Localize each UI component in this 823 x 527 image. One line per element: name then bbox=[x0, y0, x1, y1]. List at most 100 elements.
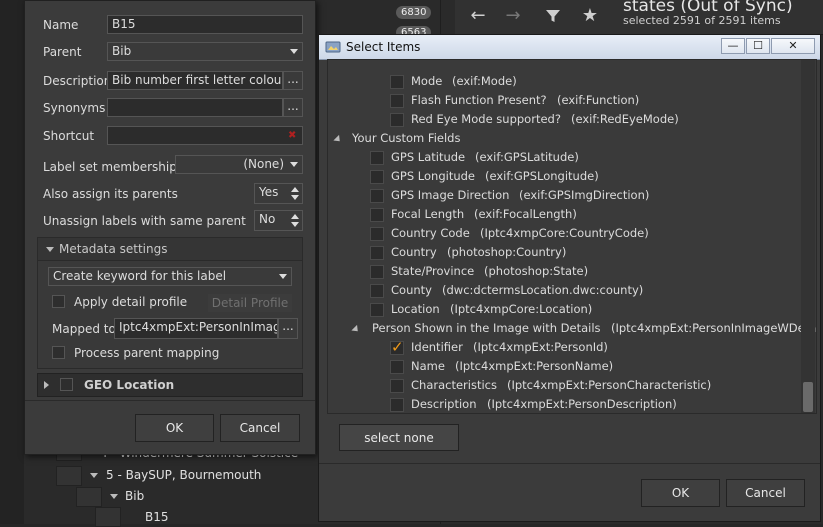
item-checkbox[interactable] bbox=[370, 284, 384, 298]
star-icon[interactable]: ★ bbox=[577, 4, 603, 28]
collapse-icon[interactable] bbox=[333, 134, 343, 145]
expand-icon[interactable] bbox=[110, 494, 118, 499]
scrollbar[interactable] bbox=[801, 60, 815, 413]
forward-arrow-icon[interactable]: → bbox=[500, 4, 526, 28]
spin-down-icon[interactable] bbox=[291, 195, 299, 200]
collapse-icon[interactable] bbox=[351, 324, 361, 335]
tree-item[interactable]: Bib bbox=[125, 489, 144, 503]
list-item[interactable]: Location (Iptc4xmpCore:Location) bbox=[328, 301, 798, 320]
item-checkbox[interactable] bbox=[370, 227, 384, 241]
item-checkbox[interactable] bbox=[370, 170, 384, 184]
list-item[interactable]: Focal Length (exif:FocalLength) bbox=[328, 206, 798, 225]
tree-item[interactable]: B15 bbox=[145, 510, 169, 524]
item-checkbox[interactable] bbox=[370, 303, 384, 317]
filter-icon[interactable] bbox=[540, 4, 566, 28]
spin-down-icon[interactable] bbox=[291, 222, 299, 227]
cancel-button[interactable]: Cancel bbox=[726, 479, 805, 507]
item-checkbox[interactable] bbox=[390, 75, 404, 89]
minimize-button[interactable]: — bbox=[721, 38, 745, 54]
list-item[interactable]: Red Eye Mode supported? (exif:RedEyeMode) bbox=[328, 111, 798, 130]
list-item[interactable]: State/Province (photoshop:State) bbox=[328, 263, 798, 282]
item-checkbox[interactable] bbox=[390, 338, 404, 356]
name-field[interactable]: B15 bbox=[107, 15, 303, 34]
close-button[interactable]: ✕ bbox=[771, 38, 815, 54]
keyword-option-select[interactable]: Create keyword for this label bbox=[48, 267, 292, 286]
expand-icon[interactable] bbox=[90, 473, 98, 478]
description-browse-button[interactable]: ... bbox=[283, 71, 303, 90]
select-none-button[interactable]: select none bbox=[339, 424, 459, 451]
list-item[interactable]: Name (Iptc4xmpExt:PersonName) bbox=[328, 358, 798, 377]
synonyms-field[interactable] bbox=[107, 98, 283, 117]
synonyms-browse-button[interactable]: ... bbox=[283, 98, 303, 117]
detail-profile-button[interactable]: Detail Profile bbox=[208, 294, 292, 312]
clear-shortcut-icon[interactable]: ✖ bbox=[288, 130, 296, 141]
ok-button[interactable]: OK bbox=[135, 414, 214, 442]
list-item[interactable]: GPS Latitude (exif:GPSLatitude) bbox=[328, 149, 798, 168]
shortcut-field[interactable] bbox=[107, 126, 303, 145]
item-checkbox[interactable] bbox=[390, 94, 404, 108]
item-checkbox[interactable] bbox=[390, 379, 404, 393]
item-checkbox[interactable] bbox=[370, 151, 384, 165]
maximize-button[interactable]: ☐ bbox=[746, 38, 770, 54]
ok-button[interactable]: OK bbox=[641, 479, 720, 507]
status-subtitle: selected 2591 of 2591 items bbox=[623, 14, 781, 27]
list-item[interactable]: Country Code (Iptc4xmpCore:CountryCode) bbox=[328, 225, 798, 244]
parent-label: Parent bbox=[43, 45, 82, 59]
item-label: Location bbox=[391, 302, 440, 316]
list-item[interactable]: Flash Function Present? (exif:Function) bbox=[328, 92, 798, 111]
tree-item[interactable]: 5 - BaySUP, Bournemouth bbox=[106, 468, 261, 482]
list-item[interactable]: Identifier (Iptc4xmpExt:PersonId) bbox=[328, 338, 798, 358]
item-checkbox[interactable] bbox=[370, 208, 384, 222]
items-tree: Mode (exif:Mode) Flash Function Present? (e… bbox=[327, 59, 817, 414]
metadata-settings-header[interactable]: Metadata settings bbox=[38, 238, 302, 261]
spin-up-icon[interactable] bbox=[291, 214, 299, 219]
item-tag: (Iptc4xmpExt:PersonDescription) bbox=[487, 397, 677, 411]
expand-icon bbox=[44, 381, 49, 389]
process-parent-checkbox[interactable] bbox=[52, 346, 65, 359]
item-checkbox[interactable] bbox=[370, 265, 384, 279]
label-set-value: (None) bbox=[243, 157, 284, 171]
list-item[interactable]: Country (photoshop:Country) bbox=[328, 244, 798, 263]
item-checkbox[interactable] bbox=[390, 360, 404, 374]
item-checkbox[interactable] bbox=[390, 113, 404, 127]
parent-select[interactable]: Bib bbox=[107, 42, 303, 61]
unassign-spinner[interactable]: No bbox=[254, 210, 303, 231]
list-item[interactable]: Characteristics (Iptc4xmpExt:PersonCharac… bbox=[328, 377, 798, 396]
geo-location-header[interactable]: GEO Location bbox=[37, 373, 303, 397]
tree-checkbox[interactable] bbox=[95, 507, 121, 527]
geo-location-checkbox[interactable] bbox=[60, 378, 73, 391]
tree-checkbox[interactable] bbox=[56, 466, 82, 486]
item-tag: (exif:Mode) bbox=[452, 74, 517, 88]
mapped-to-browse-button[interactable]: ... bbox=[278, 318, 298, 339]
item-tag: (photoshop:State) bbox=[484, 264, 589, 278]
shortcut-label: Shortcut bbox=[43, 129, 95, 143]
assign-parents-label: Also assign its parents bbox=[43, 187, 178, 201]
back-arrow-icon[interactable]: ← bbox=[465, 4, 491, 28]
list-item[interactable]: Mode (exif:Mode) bbox=[328, 73, 798, 92]
cancel-button[interactable]: Cancel bbox=[220, 414, 300, 442]
item-checkbox[interactable] bbox=[390, 398, 404, 412]
label-set-select[interactable]: (None) bbox=[175, 155, 303, 174]
item-label: Description bbox=[411, 397, 477, 411]
scrollbar-thumb[interactable] bbox=[803, 382, 813, 412]
tree-group[interactable]: Person Shown in the Image with Details (I… bbox=[328, 320, 816, 339]
apply-detail-profile-checkbox[interactable] bbox=[52, 295, 65, 308]
list-item[interactable]: GPS Longitude (exif:GPSLongitude) bbox=[328, 168, 798, 187]
list-item[interactable]: GPS Image Direction (exif:GPSImgDirection… bbox=[328, 187, 798, 206]
title-bar[interactable]: Select Items — ☐ ✕ bbox=[319, 35, 820, 60]
item-checkbox[interactable] bbox=[370, 189, 384, 203]
item-checkbox[interactable] bbox=[370, 246, 384, 260]
assign-parents-spinner[interactable]: Yes bbox=[254, 183, 303, 204]
list-item[interactable]: County (dwc:dctermsLocation.dwc:county) bbox=[328, 282, 798, 301]
tree-group[interactable]: Your Custom Fields bbox=[328, 130, 798, 149]
item-label: State/Province bbox=[391, 264, 475, 278]
tree-checkbox[interactable] bbox=[76, 487, 102, 507]
description-field[interactable]: Bib number first letter colour of Bib bbox=[107, 71, 283, 90]
list-item[interactable]: Description (Iptc4xmpExt:PersonDescriptio… bbox=[328, 396, 798, 413]
mapped-to-field[interactable]: Iptc4xmpExt:PersonInImageWD bbox=[114, 318, 278, 339]
spin-up-icon[interactable] bbox=[291, 187, 299, 192]
item-label: Country Code bbox=[391, 226, 470, 240]
description-label: Description bbox=[43, 74, 112, 88]
label-properties-dialog: Name B15 Parent Bib Description Bib numb… bbox=[24, 0, 316, 455]
item-label: Country bbox=[391, 245, 437, 259]
